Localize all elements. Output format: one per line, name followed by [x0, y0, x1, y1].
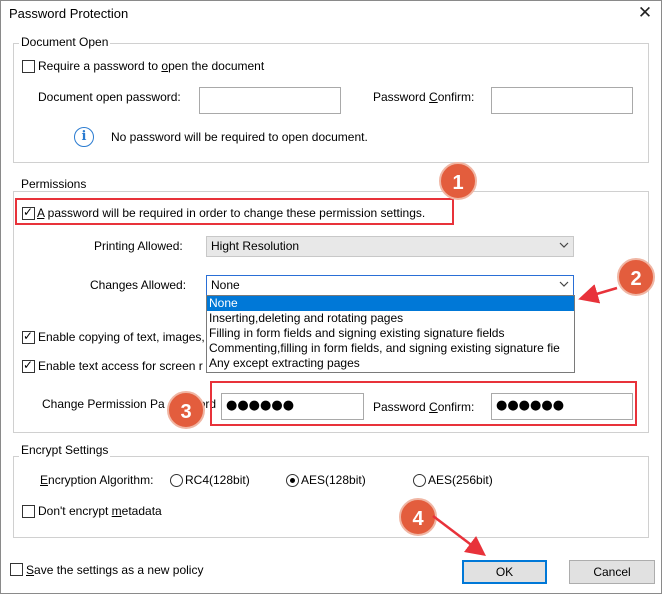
password-protection-dialog: Password Protection ✕ Document Open Requ…	[0, 0, 662, 594]
arrow-to-dropdown	[578, 284, 618, 304]
annotation-arrows	[432, 284, 618, 557]
arrow-to-ok	[432, 515, 486, 557]
